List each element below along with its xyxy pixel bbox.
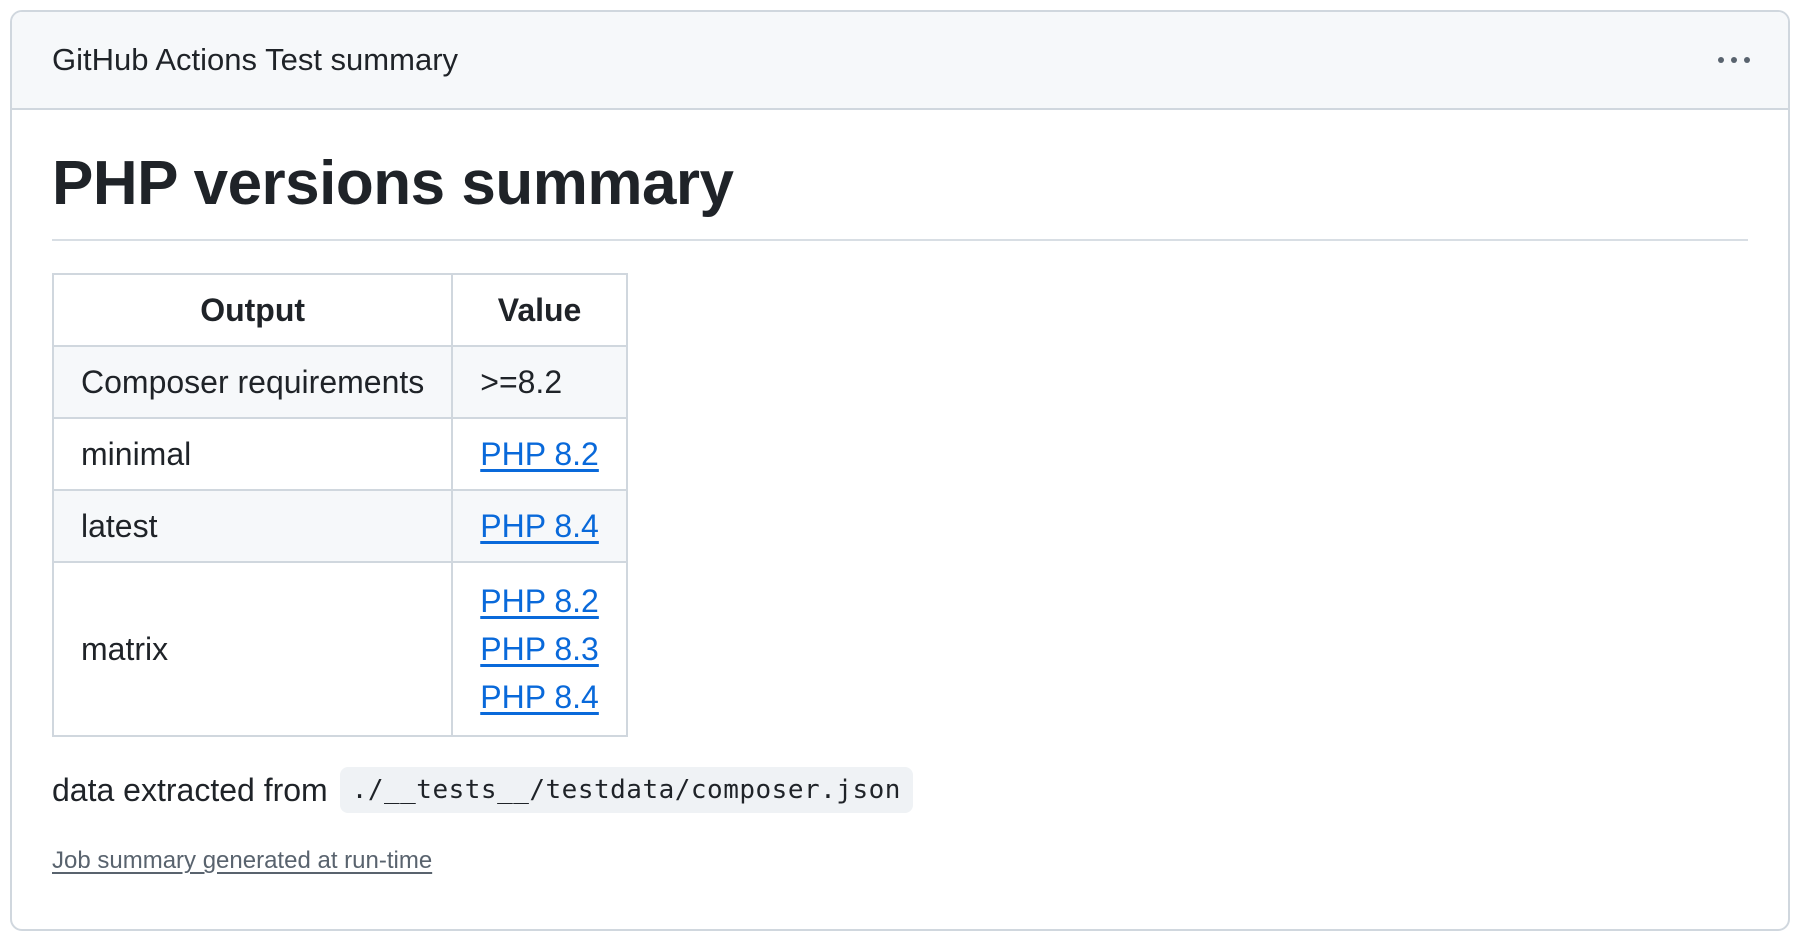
php-version-link[interactable]: PHP 8.4 <box>480 673 599 721</box>
value-cell: PHP 8.2 PHP 8.3 PHP 8.4 <box>451 561 628 738</box>
table-row: latest PHP 8.4 <box>51 489 628 564</box>
table-header-row: Output Value <box>51 273 628 348</box>
php-version-link[interactable]: PHP 8.2 <box>480 436 599 472</box>
value-cell: PHP 8.4 <box>451 489 628 564</box>
value-cell: PHP 8.2 <box>451 417 628 492</box>
output-cell: matrix <box>51 561 454 738</box>
output-cell: latest <box>51 489 454 564</box>
table-row: matrix PHP 8.2 PHP 8.3 PHP 8.4 <box>51 561 628 738</box>
dot-icon <box>1718 57 1724 63</box>
table-row: minimal PHP 8.2 <box>51 417 628 492</box>
generated-note-link[interactable]: Job summary generated at run-time <box>52 847 432 875</box>
php-version-link[interactable]: PHP 8.4 <box>480 508 599 544</box>
job-summary-card: GitHub Actions Test summary PHP versions… <box>10 10 1790 931</box>
table-row: Composer requirements >=8.2 <box>51 345 628 420</box>
source-label: data extracted from <box>52 771 328 808</box>
php-version-link[interactable]: PHP 8.2 <box>480 577 599 625</box>
source-note: data extracted from ./__tests__/testdata… <box>52 767 1748 814</box>
dot-icon <box>1744 57 1750 63</box>
php-version-link[interactable]: PHP 8.3 <box>480 625 599 673</box>
output-cell: Composer requirements <box>51 345 454 420</box>
column-header-output: Output <box>51 273 454 348</box>
source-path: ./__tests__/testdata/composer.json <box>339 767 913 814</box>
kebab-horizontal-icon[interactable] <box>1710 49 1758 71</box>
dot-icon <box>1731 57 1737 63</box>
versions-table: Output Value Composer requirements >=8.2… <box>51 273 628 738</box>
page-title: PHP versions summary <box>52 110 1748 242</box>
card-header: GitHub Actions Test summary <box>12 12 1788 110</box>
value-cell: >=8.2 <box>451 345 628 420</box>
card-body: PHP versions summary Output Value Compos… <box>12 110 1788 875</box>
output-cell: minimal <box>51 417 454 492</box>
column-header-value: Value <box>451 273 628 348</box>
card-title: GitHub Actions Test summary <box>52 42 459 77</box>
